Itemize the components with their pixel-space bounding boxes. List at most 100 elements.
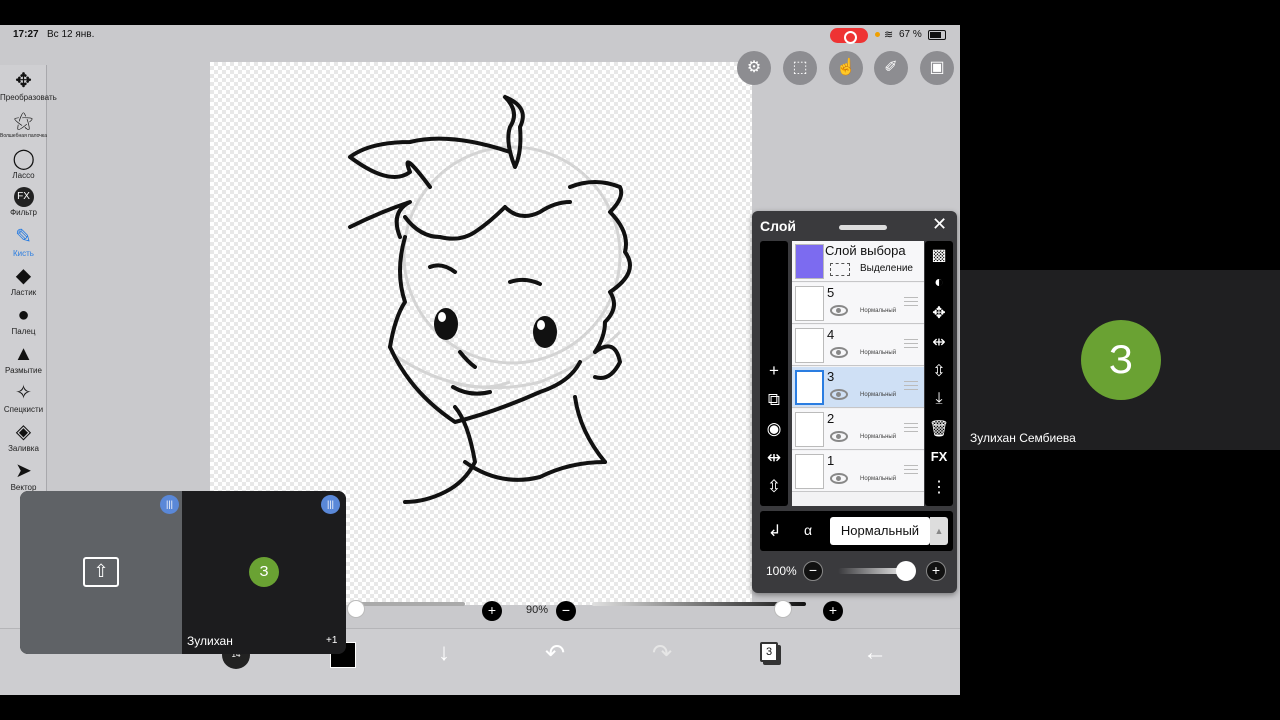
tool-label: Палец (11, 327, 36, 336)
layer-thumbnail (795, 244, 824, 279)
eye-icon[interactable] (830, 389, 848, 400)
ruler-icon: ✐ (884, 59, 898, 76)
selection-layer[interactable]: Слой выбора Выделение (792, 241, 924, 282)
drag-handle-icon[interactable] (904, 423, 918, 432)
opacity-slider-knob[interactable] (896, 561, 916, 581)
clip-arrow-icon[interactable]: ↲ (768, 521, 781, 541)
tool-label: Ластик (10, 288, 37, 297)
undo-icon[interactable]: ↶ (545, 639, 565, 668)
flip-icon[interactable]: ⇹ (925, 332, 953, 352)
alpha-lock-icon[interactable]: α (804, 522, 812, 538)
drag-handle-icon[interactable] (904, 339, 918, 348)
selection-layer-name: Слой выбора (825, 243, 906, 258)
eye-icon[interactable] (830, 305, 848, 316)
drag-handle-icon[interactable] (904, 381, 918, 390)
layer-row-selected[interactable]: 3 Нормальный (792, 367, 924, 408)
fx-icon[interactable]: FX (925, 449, 953, 464)
layers-count-button[interactable]: 3 (760, 642, 778, 662)
share-screen-icon[interactable]: ⇧ (83, 557, 119, 587)
special-brush-icon: ✧ (15, 382, 32, 404)
dropdown-icon[interactable]: ▲ (930, 517, 948, 545)
touch-button[interactable]: ☝ (829, 51, 863, 85)
tool-label: Размытие (5, 366, 42, 375)
flip-vertical-icon[interactable]: ⇳ (760, 477, 788, 497)
back-arrow-icon[interactable]: ← (863, 639, 887, 667)
finger-icon: ● (17, 304, 30, 326)
close-icon[interactable]: ✕ (932, 214, 947, 235)
mic-indicator-icon (875, 32, 880, 37)
brush-opacity-plus-button[interactable]: + (823, 601, 843, 621)
brush-size-knob[interactable] (347, 600, 365, 618)
drag-handle-icon[interactable] (904, 465, 918, 474)
add-layer-icon[interactable]: + (760, 361, 788, 381)
layer-thumbnail (795, 286, 824, 321)
layer-row[interactable]: 1 Нормальный (792, 451, 924, 492)
layer-row[interactable]: 5 Нормальный (792, 283, 924, 324)
tool-magic-wand[interactable]: ⚝ Волшебная палочка (0, 110, 47, 139)
duplicate-layer-icon[interactable]: ⧉ (760, 390, 788, 410)
settings-toggle-button[interactable]: ⚙ (737, 51, 771, 85)
brush-opacity-knob[interactable] (774, 600, 792, 618)
layer-row[interactable]: 4 Нормальный (792, 325, 924, 366)
selection-button[interactable]: ⬚ (783, 51, 817, 85)
avatar: З (249, 557, 279, 587)
camera-icon[interactable]: ◉ (760, 419, 788, 439)
layer-panel-title: Слой (760, 218, 796, 234)
redo-icon[interactable]: ↷ (652, 639, 672, 668)
tool-transform[interactable]: ✥ Преобразовать (0, 70, 57, 102)
merge-down-icon[interactable]: ⤓ (925, 390, 953, 408)
tool-vector[interactable]: ➤ Вектор (0, 460, 47, 492)
layer-mode: Нормальный (860, 308, 897, 314)
video-call-window[interactable]: ⇧ ||| ||| З Зулихан +1 (20, 491, 346, 654)
layer-actions-right: ▩ ◐ ✥ ⇹ ⇳ ⤓ 🗑 FX ⋮ (925, 241, 953, 506)
eye-icon[interactable] (830, 347, 848, 358)
panel-grip[interactable] (839, 225, 887, 230)
participant-panel: З Зулихан Сембиева (960, 270, 1280, 450)
tool-label: Волшебная палочка (0, 133, 47, 139)
drag-handle-icon[interactable] (904, 297, 918, 306)
blend-mode-select[interactable]: Нормальный (830, 517, 930, 545)
download-arrow-icon[interactable]: ↓ (438, 639, 450, 667)
layer-mode: Нормальный (860, 476, 897, 482)
more-icon[interactable]: ⋮ (925, 477, 953, 497)
layer-number: 5 (827, 285, 835, 300)
tool-fill[interactable]: ◈ Заливка (0, 421, 47, 453)
opacity-plus-button[interactable]: + (926, 561, 946, 581)
tool-finger[interactable]: ● Палец (0, 304, 47, 336)
opacity-minus-button[interactable]: − (803, 561, 823, 581)
selection-icon: ⬚ (792, 59, 808, 76)
eye-icon[interactable] (830, 431, 848, 442)
toggle-icon: ⚙ (746, 59, 762, 76)
screen-share-tile: ⇧ ||| (20, 491, 182, 654)
screen-record-icon[interactable] (830, 28, 868, 44)
image-button[interactable]: ▣ (920, 51, 954, 85)
opacity-control: 100% − + (760, 554, 953, 588)
layer-thumbnail (795, 454, 824, 489)
opacity-minus-button[interactable]: − (556, 601, 576, 621)
audio-level-icon: ||| (321, 495, 340, 514)
tool-special-brush[interactable]: ✧ Спецкисти (0, 382, 47, 414)
ruler-button[interactable]: ✐ (874, 51, 908, 85)
brush-size-slider[interactable] (355, 602, 465, 606)
layer-thumbnail (795, 328, 824, 363)
tool-label: Преобразовать (0, 93, 57, 102)
wifi-icon: ≋ (884, 29, 894, 41)
image-icon: ▣ (929, 59, 945, 76)
brush-size-plus-button[interactable]: + (482, 601, 502, 621)
flip-vertical-icon[interactable]: ⇳ (925, 361, 953, 381)
tool-eraser[interactable]: ◆ Ластик (0, 265, 47, 297)
clip-icon[interactable]: ◐ (925, 274, 953, 292)
tool-blur[interactable]: ▲ Размытие (0, 343, 47, 375)
flip-horizontal-icon[interactable]: ⇹ (760, 448, 788, 468)
trash-icon[interactable]: 🗑 (925, 419, 953, 439)
tool-lasso[interactable]: ◯ Лассо (0, 148, 47, 180)
layer-row[interactable]: 2 Нормальный (792, 409, 924, 450)
status-time: 17:27 (13, 29, 39, 40)
tool-brush[interactable]: ✎ Кисть (0, 226, 47, 258)
move-layer-icon[interactable]: ✥ (925, 303, 953, 323)
brush-icon: ✎ (15, 226, 32, 248)
checker-icon[interactable]: ▩ (925, 245, 953, 265)
tool-filter[interactable]: FX Фильтр (0, 187, 47, 217)
selection-icon (830, 263, 850, 276)
eye-icon[interactable] (830, 473, 848, 484)
